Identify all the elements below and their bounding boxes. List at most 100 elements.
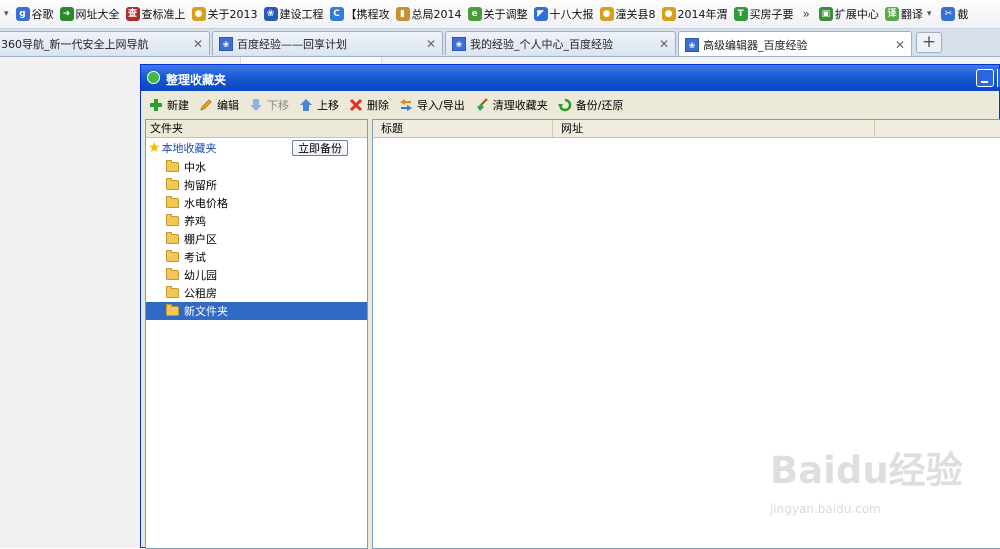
folder-icon (166, 232, 179, 244)
dialog-titlebar[interactable]: 整理收藏夹 (141, 65, 1000, 91)
broom-icon (475, 97, 489, 112)
delete-button[interactable]: 删除 (349, 94, 389, 116)
folder-icon (166, 160, 179, 172)
bookmark-item[interactable]: ▮ 总局2014 (393, 3, 465, 25)
edit-label: 编辑 (217, 98, 239, 112)
emblem-icon: ● (191, 7, 206, 21)
clean-favorites-button[interactable]: 清理收藏夹 (475, 94, 548, 116)
tab-close-icon[interactable]: ✕ (193, 37, 203, 51)
screenshot-label: 截 (957, 8, 969, 21)
bookmark-item[interactable]: ● 潼关县8 (597, 3, 659, 25)
folder-item[interactable]: 公租房 (146, 284, 367, 302)
bookmark-label: 潼关县8 (615, 8, 656, 21)
arrow-up-icon (299, 98, 313, 112)
edit-button[interactable]: 编辑 (199, 94, 239, 116)
bookmark-item[interactable]: C 【携程攻 (327, 3, 393, 25)
dialog-title: 整理收藏夹 (166, 73, 227, 87)
bookmark-label: 建设工程 (279, 8, 324, 21)
screenshot-icon: ✂ (941, 7, 956, 21)
folder-item[interactable]: 幼儿园 (146, 266, 367, 284)
column-title[interactable]: 标题 (373, 120, 553, 137)
tab-close-icon[interactable]: ✕ (659, 37, 669, 51)
tab-close-icon[interactable]: ✕ (426, 37, 436, 51)
folder-icon (166, 178, 179, 190)
screenshot-button[interactable]: ✂ 截 (938, 3, 971, 25)
folder-label: 养鸡 (184, 215, 206, 228)
arrow-down-icon (249, 98, 263, 112)
bookmark-item[interactable]: e 关于调整 (465, 3, 531, 25)
bookmark-item[interactable]: ● 关于2013 (189, 3, 261, 25)
extensions-center-button[interactable]: ▣ 扩展中心 (816, 3, 882, 25)
bookmark-item[interactable]: ◤ 十八大报 (531, 3, 597, 25)
baidu-paw-icon: ❀ (219, 36, 233, 51)
bookmark-label: 买房子要 (749, 8, 794, 21)
emblem-icon: ● (661, 7, 676, 21)
bookmarks-more-button[interactable]: » (797, 7, 816, 21)
extensions-icon: ▣ (818, 7, 833, 21)
dialog-toolbar: 新建 编辑 下移 上移 删除 导入/导出 清理收藏夹 备份/还原 (141, 91, 999, 118)
bookmark-label: 【携程攻 (345, 8, 390, 21)
folder-item[interactable]: 中水 (146, 158, 367, 176)
tree-item-local-favorites[interactable]: ★ 本地收藏夹 立即备份 (146, 138, 367, 158)
folder-item[interactable]: 拘留所 (146, 176, 367, 194)
tab-baidu-jingyan-huixiang[interactable]: ❀ 百度经验——回享计划 ✕ (212, 31, 443, 55)
pencil-icon (199, 98, 213, 112)
baidu-paw-icon: ❀ (685, 37, 699, 52)
folder-item[interactable]: 养鸡 (146, 212, 367, 230)
bookmark-label: 查标准上 (141, 8, 186, 21)
backup-now-button[interactable]: 立即备份 (292, 140, 348, 156)
star-icon: ★ (148, 140, 161, 156)
tab-my-jingyan[interactable]: ❀ 我的经验_个人中心_百度经验 ✕ (445, 31, 676, 55)
import-export-button[interactable]: 导入/导出 (399, 94, 465, 116)
folder-icon (166, 250, 179, 262)
column-url[interactable]: 网址 (553, 120, 875, 137)
tab-close-icon[interactable]: ✕ (895, 38, 905, 52)
move-down-button[interactable]: 下移 (249, 94, 289, 116)
folder-icon (166, 196, 179, 208)
folder-label: 棚户区 (184, 233, 217, 246)
folder-column-header: 文件夹 (146, 120, 367, 138)
folder-label: 中水 (184, 161, 206, 174)
new-button[interactable]: 新建 (149, 94, 189, 116)
bookmark-item[interactable]: 查查标准上 (123, 3, 189, 25)
translate-icon: 译 (884, 7, 899, 21)
bookmark-item[interactable]: ❀ 建设工程 (261, 3, 327, 25)
new-tab-button[interactable]: + (916, 32, 942, 53)
translate-button[interactable]: 译 翻译 ▾ (882, 3, 939, 25)
tab-title: 360导航_新一代安全上网导航 (1, 37, 149, 51)
folder-icon (166, 286, 179, 298)
folder-label: 考试 (184, 251, 206, 264)
tab-title: 百度经验——回享计划 (237, 37, 347, 51)
bookmarks-menu-arrow[interactable]: ▾ (0, 9, 13, 19)
bookmark-item[interactable]: g 谷歌 (13, 3, 57, 25)
folder-item[interactable]: 考试 (146, 248, 367, 266)
watermark-url: jingyan.baidu.com (770, 502, 881, 516)
translate-dropdown-icon[interactable]: ▾ (923, 9, 936, 19)
bookmark-item[interactable]: ➜ 网址大全 (57, 3, 123, 25)
folder-item[interactable]: 水电价格 (146, 194, 367, 212)
backup-restore-label: 备份/还原 (575, 98, 624, 112)
folder-label: 拘留所 (184, 179, 217, 192)
tab-advanced-editor[interactable]: ❀ 高级编辑器_百度经验 ✕ (678, 31, 912, 56)
import-export-label: 导入/导出 (417, 98, 465, 112)
folder-item[interactable]: 新文件夹 (146, 302, 367, 320)
clean-favorites-label: 清理收藏夹 (492, 98, 548, 112)
bookmark-item[interactable]: ● 2014年渭 (659, 3, 731, 25)
tab-360-navigation[interactable]: 360导航_新一代安全上网导航 ✕ (0, 31, 210, 55)
baidu-paw-icon: ❀ (452, 36, 466, 51)
import-export-icon (399, 98, 413, 112)
ctrip-icon: C (329, 7, 344, 21)
t-icon: T (733, 7, 748, 21)
move-up-button[interactable]: 上移 (299, 94, 339, 116)
folder-item[interactable]: 棚户区 (146, 230, 367, 248)
tab-title: 高级编辑器_百度经验 (703, 38, 808, 52)
plus-icon (149, 98, 163, 112)
folder-icon (166, 214, 179, 226)
emblem-icon: ● (599, 7, 614, 21)
extensions-label: 扩展中心 (834, 8, 879, 21)
minimize-button[interactable] (976, 69, 994, 87)
page-icon: e (467, 7, 482, 21)
bookmark-item[interactable]: T 买房子要 (731, 3, 797, 25)
chart-icon: ▮ (395, 7, 410, 21)
backup-restore-button[interactable]: 备份/还原 (557, 94, 624, 116)
